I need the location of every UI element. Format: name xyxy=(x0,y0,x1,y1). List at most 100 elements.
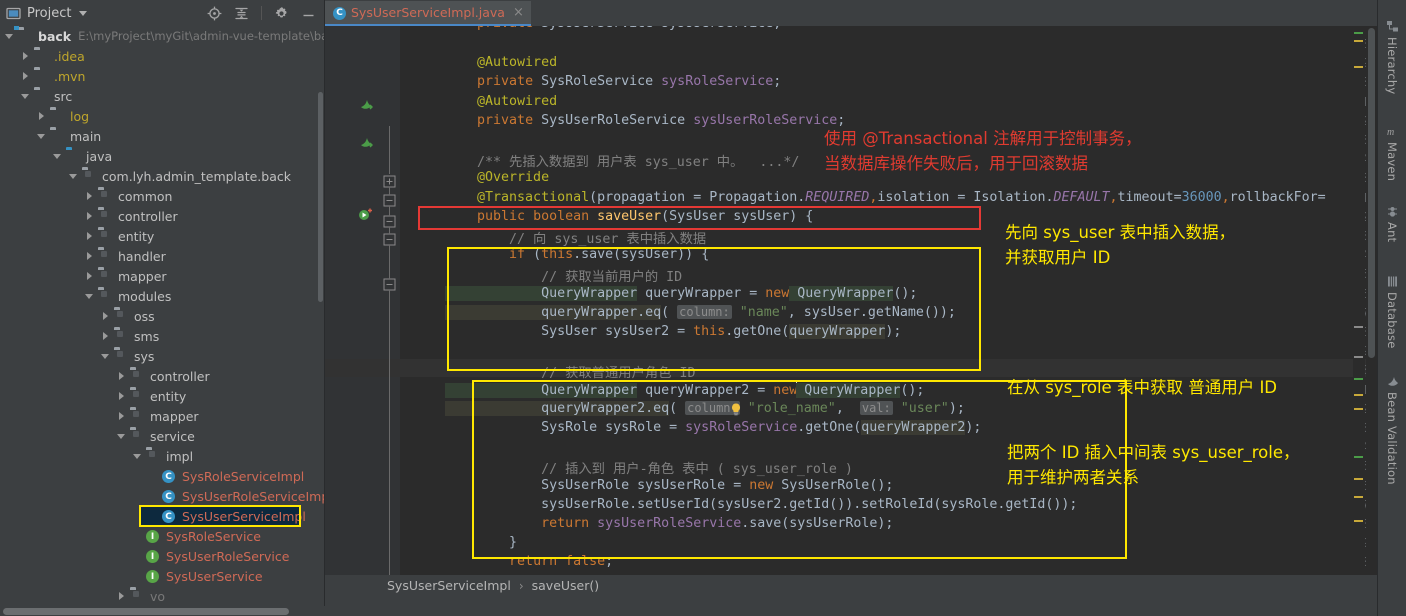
chevron-open-icon[interactable] xyxy=(52,150,64,162)
tree-item-sysuserroleserviceimpl[interactable]: C SysUserRoleServiceImpl xyxy=(0,486,324,506)
tree-item-entity[interactable]: entity xyxy=(0,386,324,406)
chevron-closed-icon[interactable] xyxy=(84,270,96,282)
scrollbar-thumb[interactable] xyxy=(1368,28,1375,358)
code-line[interactable]: queryWrapper2.eq( column: "role_name", v… xyxy=(445,400,965,416)
code-line[interactable]: return sysUserRoleService.save(sysUserRo… xyxy=(445,516,893,531)
breadcrumb-class[interactable]: SysUserServiceImpl xyxy=(387,578,511,593)
tree-item-service[interactable]: service xyxy=(0,426,324,446)
chevron-open-icon[interactable] xyxy=(68,170,80,182)
scrollbar-thumb[interactable] xyxy=(3,608,289,615)
code-line[interactable]: public boolean saveUser(SysUser sysUser)… xyxy=(445,209,813,224)
chevron-open-icon[interactable] xyxy=(36,130,48,142)
spring-bean-icon[interactable] xyxy=(359,136,373,149)
code-line[interactable]: // 获取当前用户的 ID xyxy=(445,266,682,285)
tree-item--idea[interactable]: .idea xyxy=(0,46,324,66)
chevron-closed-icon[interactable] xyxy=(116,390,128,402)
tree-item-controller[interactable]: controller xyxy=(0,206,324,226)
tree-item-sysuserserviceimpl[interactable]: C SysUserServiceImpl xyxy=(139,505,306,527)
tree-item-com-lyh-admin-template-back[interactable]: com.lyh.admin_template.back xyxy=(0,166,324,186)
project-tree-vertical-scrollbar[interactable] xyxy=(318,92,323,302)
code-line[interactable]: @Autowired xyxy=(445,94,557,109)
chevron-closed-icon[interactable] xyxy=(84,250,96,262)
tool-button-bean-validation[interactable]: Bean Validation xyxy=(1378,375,1406,485)
chevron-closed-icon[interactable] xyxy=(84,210,96,222)
code-line[interactable]: private SysUserRoleService sysUserRoleSe… xyxy=(445,113,845,128)
tree-item-vo[interactable]: vo xyxy=(0,586,324,606)
code-line[interactable]: /** 先插入数据到 用户表 sys_user 中。 ...*/ xyxy=(445,151,799,170)
tree-item-common[interactable]: common xyxy=(0,186,324,206)
project-tree[interactable]: back E:\myProject\myGit\admin-vue-templa… xyxy=(0,26,324,606)
code-line[interactable]: return false; xyxy=(445,554,613,569)
tree-item-oss[interactable]: oss xyxy=(0,306,324,326)
tree-item--mvn[interactable]: .mvn xyxy=(0,66,324,86)
code-line[interactable]: @Autowired xyxy=(445,55,557,70)
tree-item-mapper[interactable]: mapper xyxy=(0,266,324,286)
chevron-closed-icon[interactable] xyxy=(116,590,128,602)
breadcrumb[interactable]: SysUserServiceImpl › saveUser() xyxy=(325,575,1377,596)
project-panel-title-group[interactable]: Project xyxy=(6,6,88,21)
chevron-open-icon[interactable] xyxy=(4,30,16,42)
chevron-closed-icon[interactable] xyxy=(84,230,96,242)
tree-item-modules[interactable]: modules xyxy=(0,286,324,306)
tree-item-main[interactable]: main xyxy=(0,126,324,146)
fold-column[interactable] xyxy=(380,26,400,575)
code-line[interactable]: SysUser sysUser2 = this.getOne(queryWrap… xyxy=(445,324,901,339)
code-line[interactable]: SysUserRole sysUserRole = new SysUserRol… xyxy=(445,478,893,493)
code-line[interactable]: @Override xyxy=(445,170,549,185)
code-viewport[interactable]: private SysUserService sysUserService; @… xyxy=(325,26,1377,575)
tree-item-sysroleserviceimpl[interactable]: C SysRoleServiceImpl xyxy=(0,466,324,486)
tree-item-log[interactable]: log xyxy=(0,106,324,126)
tree-item-impl[interactable]: impl xyxy=(0,446,324,466)
locate-icon[interactable] xyxy=(207,6,222,21)
project-tree-horizontal-scrollbar[interactable] xyxy=(0,606,325,616)
editor-vertical-scrollbar[interactable] xyxy=(1366,26,1377,575)
minimize-icon[interactable] xyxy=(301,6,316,21)
tool-button-database[interactable]: Database xyxy=(1378,275,1406,348)
code-line[interactable]: queryWrapper.eq( column: "name", sysUser… xyxy=(445,304,956,320)
tree-item-java[interactable]: java xyxy=(0,146,324,166)
chevron-open-icon[interactable] xyxy=(84,290,96,302)
chevron-closed-icon[interactable] xyxy=(20,50,32,62)
tree-item-mapper[interactable]: mapper xyxy=(0,406,324,426)
tree-item-sysroleservice[interactable]: I SysRoleService xyxy=(0,526,324,546)
tree-item-sys[interactable]: sys xyxy=(0,346,324,366)
error-stripe-marker-bar[interactable] xyxy=(1353,26,1365,575)
tree-item-controller[interactable]: controller xyxy=(0,366,324,386)
code-line[interactable]: QueryWrapper queryWrapper = new QueryWra… xyxy=(445,285,917,301)
tree-item-sms[interactable]: sms xyxy=(0,326,324,346)
chevron-open-icon[interactable] xyxy=(20,90,32,102)
collapse-all-icon[interactable] xyxy=(234,6,249,21)
settings-gear-icon[interactable] xyxy=(274,6,289,21)
code-line[interactable]: if (this.save(sysUser)) { xyxy=(445,247,709,262)
chevron-closed-icon[interactable] xyxy=(116,370,128,382)
tool-button-ant[interactable]: Ant xyxy=(1378,205,1406,242)
tree-item-handler[interactable]: handler xyxy=(0,246,324,266)
tool-button-hierarchy[interactable]: Hierarchy xyxy=(1378,20,1406,94)
chevron-closed-icon[interactable] xyxy=(84,190,96,202)
breadcrumb-method[interactable]: saveUser() xyxy=(532,578,600,593)
spring-bean-icon[interactable] xyxy=(359,98,373,111)
code-line[interactable]: // 获取普通用户角色 ID xyxy=(445,362,695,381)
intention-bulb-icon[interactable] xyxy=(729,402,742,416)
code-line[interactable]: sysUserRole.setUserId(sysUser2.getId()).… xyxy=(445,497,1077,512)
chevron-open-icon[interactable] xyxy=(116,430,128,442)
code-line[interactable]: // 插入到 用户-角色 表中 ( sys_user_role ) xyxy=(445,458,853,477)
code-line[interactable]: QueryWrapper queryWrapper2 = new QueryWr… xyxy=(445,381,924,398)
tree-item-sysuserroleservice[interactable]: I SysUserRoleService xyxy=(0,546,324,566)
chevron-closed-icon[interactable] xyxy=(20,70,32,82)
close-icon[interactable]: × xyxy=(513,5,524,20)
chevron-closed-icon[interactable] xyxy=(36,110,48,122)
chevron-closed-icon[interactable] xyxy=(100,330,112,342)
tool-button-maven[interactable]: m Maven xyxy=(1378,125,1406,181)
chevron-open-icon[interactable] xyxy=(132,450,144,462)
tree-item-sysuserservice[interactable]: I SysUserService xyxy=(0,566,324,586)
chevron-closed-icon[interactable] xyxy=(100,310,112,322)
editor-tab-sysuserserviceimpl[interactable]: C SysUserServiceImpl.java × xyxy=(325,1,531,26)
code-line[interactable]: private SysRoleService sysRoleService; xyxy=(445,74,781,89)
code-line[interactable]: @Transactional(propagation = Propagation… xyxy=(445,190,1326,205)
code-line[interactable]: // 向 sys_user 表中插入数据 xyxy=(445,228,706,247)
code-text[interactable]: private SysUserService sysUserService; @… xyxy=(400,26,1377,575)
chevron-closed-icon[interactable] xyxy=(116,410,128,422)
tree-item-entity[interactable]: entity xyxy=(0,226,324,246)
tree-root-row[interactable]: back E:\myProject\myGit\admin-vue-templa… xyxy=(0,26,324,46)
